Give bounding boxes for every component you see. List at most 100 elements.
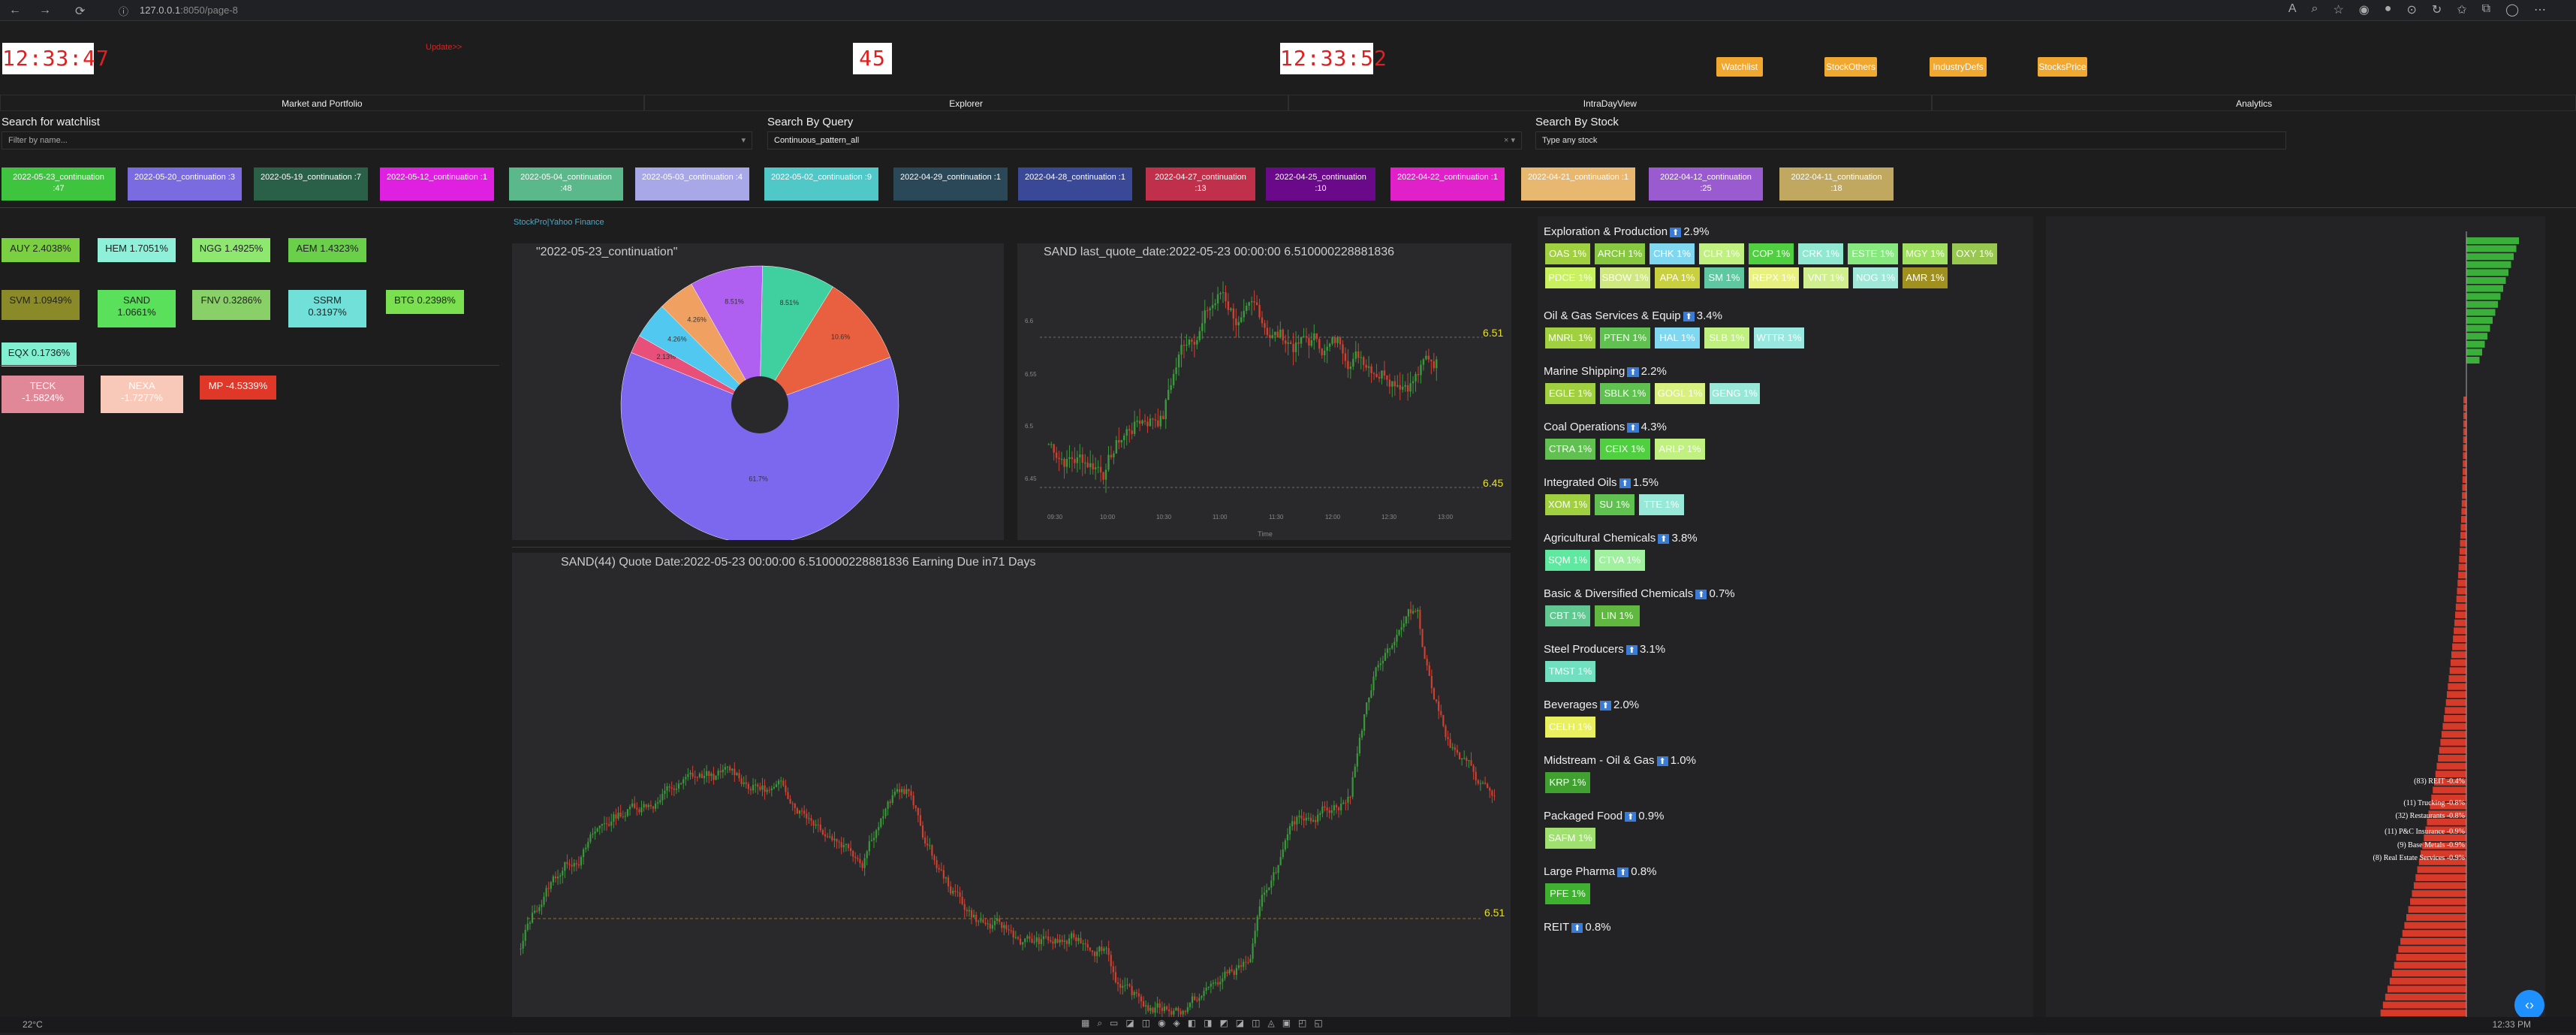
candle[interactable] <box>775 784 778 787</box>
candle[interactable] <box>1339 336 1342 345</box>
candle[interactable] <box>1305 817 1307 821</box>
candle[interactable] <box>1005 925 1008 930</box>
industry-bar-negative[interactable] <box>2408 906 2466 913</box>
candle[interactable] <box>1003 925 1005 928</box>
candle[interactable] <box>1191 339 1193 342</box>
candle[interactable] <box>1196 1000 1198 1001</box>
candle[interactable] <box>914 805 917 808</box>
candle[interactable] <box>1326 807 1328 811</box>
candle[interactable] <box>887 801 889 809</box>
ticker-chip[interactable]: PTEN 1% <box>1600 327 1650 349</box>
pattern-chip[interactable]: 2022-05-20_continuation :3 <box>128 167 242 201</box>
candle[interactable] <box>740 778 743 784</box>
candle[interactable] <box>1098 946 1101 952</box>
candle[interactable] <box>1080 937 1082 944</box>
candle[interactable] <box>1180 1011 1182 1015</box>
candle[interactable] <box>1230 308 1232 310</box>
candle[interactable] <box>1279 329 1282 338</box>
candle[interactable] <box>1349 796 1351 798</box>
candle[interactable] <box>1073 933 1075 938</box>
candle[interactable] <box>1122 985 1124 988</box>
candle[interactable] <box>1245 961 1247 963</box>
candle[interactable] <box>1112 966 1114 973</box>
candle[interactable] <box>675 789 678 790</box>
stocks-price-button[interactable]: StocksPrice <box>2038 57 2087 77</box>
candle[interactable] <box>819 824 821 831</box>
candle[interactable] <box>1400 627 1402 630</box>
candle[interactable] <box>1086 462 1089 468</box>
candle[interactable] <box>959 892 961 897</box>
candle[interactable] <box>1149 418 1152 427</box>
candle[interactable] <box>1253 301 1255 303</box>
extension-icon[interactable]: ● <box>2385 2 2392 17</box>
candle[interactable] <box>1194 996 1196 1000</box>
candle[interactable] <box>1193 342 1196 345</box>
candle[interactable] <box>1409 383 1412 392</box>
candle[interactable] <box>673 788 675 790</box>
candle[interactable] <box>1056 939 1059 943</box>
candle[interactable] <box>717 771 719 776</box>
candle[interactable] <box>1340 804 1342 810</box>
candle[interactable] <box>1288 826 1291 834</box>
candle[interactable] <box>1201 996 1203 998</box>
star-icon[interactable]: ☆ <box>2333 2 2343 17</box>
candle[interactable] <box>1233 970 1235 975</box>
candle[interactable] <box>880 818 882 828</box>
stock-others-button[interactable]: StockOthers <box>1824 57 1877 77</box>
industry-bar-negative[interactable] <box>2410 898 2466 905</box>
ticker-chip[interactable]: SBLK 1% <box>1600 383 1650 404</box>
candle[interactable] <box>1017 937 1020 939</box>
site-info-icon[interactable]: ⓘ <box>119 4 128 18</box>
ticker-chip[interactable]: PDCE 1% <box>1545 267 1595 288</box>
candle[interactable] <box>806 813 808 819</box>
candle[interactable] <box>1102 472 1104 480</box>
candle[interactable] <box>634 803 636 808</box>
candle[interactable] <box>1188 339 1191 346</box>
candle[interactable] <box>601 823 603 826</box>
candle[interactable] <box>1279 857 1282 865</box>
candle[interactable] <box>710 774 713 777</box>
candle[interactable] <box>989 923 991 929</box>
candle[interactable] <box>859 858 861 864</box>
industry-bar-negative[interactable] <box>2460 532 2466 539</box>
gainer-tile[interactable]: AEM 1.4323% <box>288 238 366 262</box>
candle[interactable] <box>1335 805 1338 808</box>
collections-icon[interactable]: ⧉ <box>2482 2 2490 17</box>
candle[interactable] <box>698 774 700 777</box>
candle[interactable] <box>1001 922 1003 928</box>
candle[interactable] <box>824 834 827 837</box>
candle[interactable] <box>878 827 880 831</box>
candle[interactable] <box>1142 1001 1145 1007</box>
candle[interactable] <box>594 831 596 834</box>
candle[interactable] <box>1454 747 1456 750</box>
candle[interactable] <box>1168 1009 1170 1012</box>
industry-bar-negative[interactable] <box>2459 556 2466 563</box>
candle[interactable] <box>1308 337 1310 346</box>
candle[interactable] <box>1442 714 1445 726</box>
industry-bar-positive[interactable] <box>2466 261 2511 268</box>
candle[interactable] <box>768 789 770 791</box>
candle[interactable] <box>1305 336 1308 338</box>
tab-analytics[interactable]: Analytics <box>1932 95 2576 111</box>
candle[interactable] <box>757 784 759 787</box>
industry-bar-chart[interactable]: (83) REIT -0.4% (11) Trucking -0.8% (32) R… <box>2046 216 2545 1035</box>
candle[interactable] <box>1412 381 1415 384</box>
candle[interactable] <box>731 768 734 771</box>
candle[interactable] <box>1381 660 1384 664</box>
candle[interactable] <box>1104 469 1107 480</box>
candle[interactable] <box>1077 937 1080 941</box>
candle[interactable] <box>938 868 940 870</box>
candle[interactable] <box>556 877 559 879</box>
industry-bar-negative[interactable] <box>2463 444 2466 451</box>
candle[interactable] <box>1071 933 1073 939</box>
candle[interactable] <box>708 771 710 777</box>
tab-market-portfolio[interactable]: Market and Portfolio <box>0 95 644 111</box>
candle[interactable] <box>1472 765 1475 772</box>
chevron-down-icon[interactable]: × ▾ <box>1504 132 1515 149</box>
candle[interactable] <box>1116 982 1119 985</box>
candle[interactable] <box>531 913 534 923</box>
candle[interactable] <box>966 910 968 912</box>
candle[interactable] <box>1096 951 1098 956</box>
ticker-chip[interactable]: TTE 1% <box>1639 494 1684 515</box>
pattern-chip[interactable]: 2022-04-29_continuation :1 <box>893 167 1008 201</box>
